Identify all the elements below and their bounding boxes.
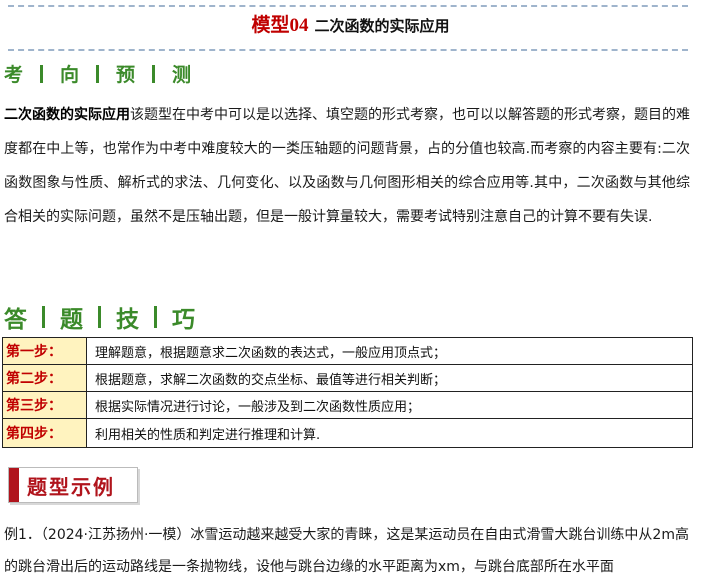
intro-body: 该题型在中考中可以是以选择、填空题的形式考察，也可以以解答题的形式考察，题目的难… [4, 107, 690, 225]
title-dashed-divider [8, 49, 688, 51]
heading-char: 题 [60, 306, 83, 333]
heading-char: 向 [60, 64, 80, 86]
step-text: 利用相关的性质和判定进行推理和计算. [86, 418, 693, 448]
page-title: 模型04 二次函数的实际应用 [0, 10, 701, 37]
step-label: 第一步： [2, 337, 87, 365]
title-model-number: 模型04 [251, 15, 309, 36]
heading-char: 答 [4, 306, 27, 333]
heading-separator [154, 306, 157, 328]
badge-accent-bar [9, 468, 19, 502]
heading-separator [42, 306, 45, 328]
heading-char: 巧 [172, 306, 195, 333]
example-section-badge: 题型示例 [8, 467, 138, 503]
table-row: 第四步： 利用相关的性质和判定进行推理和计算. [2, 418, 693, 448]
steps-table: 第一步： 理解题意，根据题意求二次函数的表达式，一般应用顶点式； 第二步： 根据… [2, 337, 693, 448]
table-row: 第三步： 根据实际情况进行讨论，一般涉及到二次函数性质应用； [2, 391, 693, 419]
heading-char: 技 [116, 306, 139, 333]
step-text: 根据实际情况进行讨论，一般涉及到二次函数性质应用； [86, 391, 693, 419]
title-topic: 二次函数的实际应用 [314, 17, 450, 35]
badge-label: 题型示例 [27, 475, 115, 499]
table-row: 第一步： 理解题意，根据题意求二次函数的表达式，一般应用顶点式； [2, 337, 693, 365]
table-row: 第二步： 根据题意，求解二次函数的交点坐标、最值等进行相关判断； [2, 364, 693, 392]
step-text: 根据题意，求解二次函数的交点坐标、最值等进行相关判断； [86, 364, 693, 392]
step-label: 第四步： [2, 418, 87, 448]
heading-separator [40, 64, 44, 83]
step-text: 理解题意，根据题意求二次函数的表达式，一般应用顶点式； [86, 337, 693, 365]
heading-separator [96, 64, 100, 83]
intro-paragraph: 二次函数的实际应用该题型在中考中可以是以选择、填空题的形式考察，也可以以解答题的… [4, 98, 690, 234]
heading-separator [152, 64, 156, 83]
heading-char: 考 [4, 64, 24, 86]
step-label: 第三步： [2, 391, 87, 419]
section-answer-tips-heading: 答 题 技 巧 [4, 300, 210, 334]
intro-lead: 二次函数的实际应用 [4, 107, 130, 123]
heading-separator [98, 306, 101, 328]
step-label: 第二步： [2, 364, 87, 392]
heading-char: 测 [172, 64, 192, 86]
heading-char: 预 [116, 64, 136, 86]
section-exam-direction-heading: 考 向 预 测 [4, 60, 208, 87]
example-problem-text: 例1．（2024·江苏扬州·一模）冰雪运动越来越受大家的青睐，这是某运动员在自由… [4, 527, 689, 575]
top-dashed-divider [8, 5, 688, 7]
